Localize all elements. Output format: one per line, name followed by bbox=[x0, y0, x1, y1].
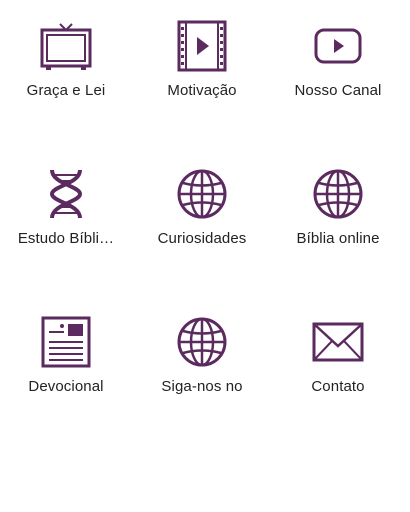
menu-item-label: Nosso Canal bbox=[294, 82, 382, 99]
video-film-icon bbox=[174, 18, 230, 74]
menu-item-label: Siga-nos no bbox=[161, 378, 243, 395]
envelope-icon bbox=[310, 314, 366, 370]
menu-item-siga-nos-no[interactable]: Siga-nos no bbox=[142, 314, 262, 414]
menu-item-label: Graça e Lei bbox=[26, 82, 106, 99]
menu-item-biblia-online[interactable]: Bíblia online bbox=[278, 166, 398, 266]
menu-item-motivacao[interactable]: Motivação bbox=[142, 18, 262, 118]
newspaper-icon bbox=[38, 314, 94, 370]
menu-item-label: Curiosidades bbox=[157, 230, 247, 247]
globe-icon bbox=[310, 166, 366, 222]
menu-item-nosso-canal[interactable]: Nosso Canal bbox=[278, 18, 398, 118]
youtube-play-icon bbox=[310, 18, 366, 74]
globe-icon bbox=[174, 166, 230, 222]
menu-item-graca-e-lei[interactable]: Graça e Lei bbox=[6, 18, 126, 118]
menu-item-label: Devocional bbox=[28, 378, 104, 395]
menu-item-curiosidades[interactable]: Curiosidades bbox=[142, 166, 262, 266]
menu-item-label: Contato bbox=[311, 378, 365, 395]
globe-icon bbox=[174, 314, 230, 370]
menu-item-label: Motivação bbox=[167, 82, 237, 99]
menu-grid: Graça e Lei Motivação Nosso Canal Estudo… bbox=[0, 0, 410, 512]
menu-item-label: Bíblia online bbox=[296, 230, 380, 247]
menu-item-label: Estudo Bíbli… bbox=[17, 230, 115, 247]
dna-icon bbox=[38, 166, 94, 222]
tv-icon bbox=[38, 18, 94, 74]
menu-item-contato[interactable]: Contato bbox=[278, 314, 398, 414]
menu-item-devocional[interactable]: Devocional bbox=[6, 314, 126, 414]
menu-item-estudo-biblico[interactable]: Estudo Bíbli… bbox=[6, 166, 126, 266]
